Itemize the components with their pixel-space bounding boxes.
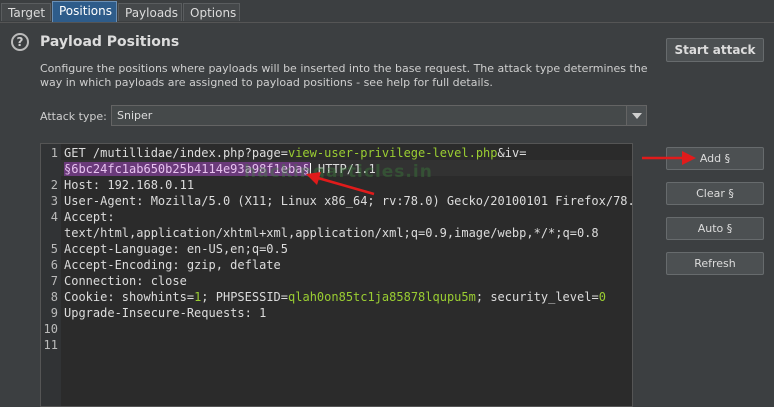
param-equals: = [280, 146, 288, 160]
param-equals: = [519, 146, 527, 160]
param-name: iv [504, 146, 520, 160]
cookie-separator: ; [475, 290, 491, 304]
cookie-name: PHPSESSID [215, 290, 281, 304]
attack-type-value: Sniper [117, 109, 153, 122]
request-line-1-wrap: §6bc24fc1ab650b25b4114e93a98f1eba§ HTTP/… [64, 162, 376, 176]
add-marker-button[interactable]: Add § [666, 147, 764, 170]
tab-options[interactable]: Options [183, 3, 240, 21]
header-host: Host: 192.168.0.11 [64, 178, 195, 192]
line-number: 9 [50, 306, 58, 320]
refresh-button[interactable]: Refresh [666, 252, 764, 275]
attack-type-label: Attack type: [40, 110, 107, 123]
line-number: 1 [50, 146, 58, 160]
header-accept-encoding: Accept-Encoding: gzip, deflate [64, 258, 281, 272]
header-connection: Connection: close [64, 274, 187, 288]
line-number: 6 [50, 258, 58, 272]
header-upgrade-insecure: Upgrade-Insecure-Requests: 1 [64, 306, 267, 320]
param-name: page [251, 146, 281, 160]
header-accept-language: Accept-Language: en-US,en;q=0.5 [64, 242, 288, 256]
cookie-separator: ; [201, 290, 216, 304]
dropdown-arrow-icon[interactable] [626, 106, 646, 125]
cookie-prefix: Cookie: [64, 290, 122, 304]
request-method: GET /mutillidae/index.php? [64, 146, 252, 160]
line-number: 11 [43, 338, 58, 352]
header-accept-value: text/html,application/xhtml+xml,applicat… [64, 226, 599, 240]
line-number: 10 [43, 322, 58, 336]
page-description: Configure the positions where payloads w… [40, 62, 648, 89]
param-separator: & [497, 146, 505, 160]
help-icon[interactable]: ? [11, 33, 29, 51]
cookie-equals: = [280, 290, 289, 304]
line-number: 7 [50, 274, 58, 288]
header-accept: Accept: [64, 210, 115, 224]
attack-type-select[interactable]: Sniper [111, 105, 647, 126]
line-number: 8 [50, 290, 58, 304]
clear-markers-button[interactable]: Clear § [666, 182, 764, 205]
line-number: 4 [50, 210, 58, 224]
cookie-value: qlah0on85tc1ja85878lqupu5m [288, 290, 476, 304]
http-protocol: HTTP/1.1 [310, 162, 376, 176]
line-number: 2 [50, 178, 58, 192]
request-editor[interactable]: 1 2 3 4 5 6 7 8 9 10 11 GET /mutillidae/… [40, 143, 633, 407]
line-number: 3 [50, 194, 58, 208]
header-user-agent: User-Agent: Mozilla/5.0 (X11; Linux x86_… [64, 194, 633, 208]
line-number: 5 [50, 242, 58, 256]
tab-bar: Target Positions Payloads Options [0, 0, 774, 23]
start-attack-button[interactable]: Start attack [666, 38, 764, 62]
cookie-equals: = [186, 290, 195, 304]
cookie-name: security_level [490, 290, 592, 304]
param-value: view-user-privilege-level.php [287, 146, 498, 160]
tab-positions[interactable]: Positions [52, 1, 117, 22]
header-cookie: Cookie: showhints=1; PHPSESSID=qlah0on85… [64, 290, 606, 304]
cookie-value: 0 [598, 290, 606, 304]
payload-position-marker[interactable]: §6bc24fc1ab650b25b4114e93a98f1eba§ [64, 162, 310, 176]
cookie-equals: = [591, 290, 599, 304]
auto-markers-button[interactable]: Auto § [666, 217, 764, 240]
cookie-name: showhints [121, 290, 187, 304]
request-line-1: GET /mutillidae/index.php?page=view-user… [64, 146, 526, 160]
page-title: Payload Positions [40, 34, 180, 50]
tab-target[interactable]: Target [1, 3, 51, 21]
tab-payloads[interactable]: Payloads [118, 3, 182, 21]
